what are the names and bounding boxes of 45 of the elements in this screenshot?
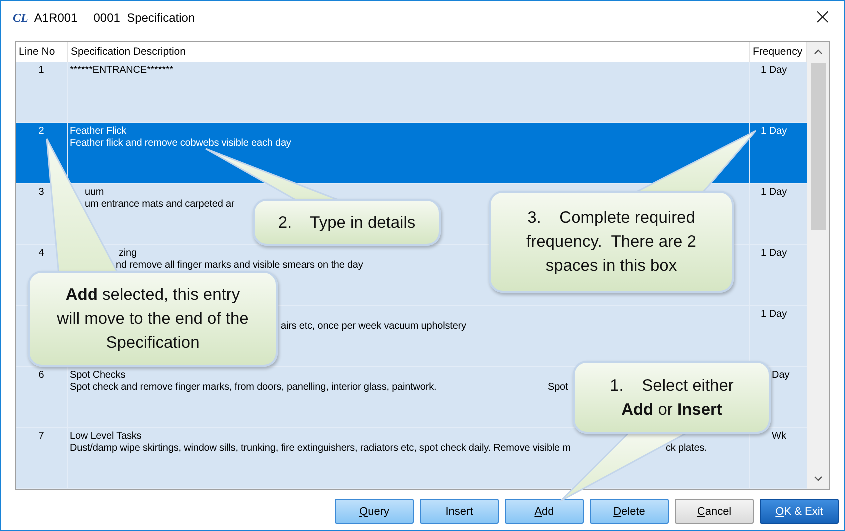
scrollbar-thumb[interactable] <box>810 63 826 230</box>
line-number: 1 <box>38 65 44 76</box>
scroll-up-icon[interactable] <box>814 49 822 55</box>
app-logo: CL <box>13 10 28 26</box>
table-row[interactable]: 7 Low Level Tasks Dust/damp wipe skirtings, window sills, trunking, fire extinguishers, radiators etc, spot check daily. Remove visible m ck plates. Wk <box>16 428 807 489</box>
line-number: 7 <box>38 431 44 442</box>
close-button[interactable]: × <box>810 8 836 28</box>
action-button[interactable]: Add <box>505 499 584 524</box>
action-button[interactable]: Query <box>335 499 414 524</box>
line-number: 2 <box>38 126 44 137</box>
action-button[interactable]: Cancel <box>675 499 754 524</box>
task-title: Spot Checks <box>70 370 126 381</box>
description-text: Dust/damp wipe skirtings, window sills, trunking, fire extinguishers, radiators etc, spot check daily. Remove visible m <box>70 443 571 454</box>
task-title: uum <box>85 187 104 198</box>
frequency-text: Wk <box>772 431 786 442</box>
action-button[interactable]: Delete <box>590 499 669 524</box>
task-title: zing <box>119 248 137 259</box>
frequency-text: 1 Day <box>761 65 788 76</box>
action-button[interactable]: Insert <box>420 499 499 524</box>
frequency-text: 1 Day <box>761 309 788 320</box>
line-number: 4 <box>38 248 44 259</box>
window-title: 0001 Specification <box>94 11 196 25</box>
description-text: airs etc, once per week vacuum upholstery <box>281 321 466 332</box>
line-number: 3 <box>38 187 44 198</box>
task-title: Feather Flick <box>70 126 126 137</box>
description-text: um entrance mats and carpeted ar <box>85 199 235 210</box>
frequency-text: Day <box>772 370 790 381</box>
description-text: Spot check and remove finger marks, from doors, panelling, interior glass, paintwork. <box>70 382 437 393</box>
frequency-text: 1 Day <box>761 126 788 137</box>
table-row[interactable]: 1 ******ENTRANCE******* 1 Day <box>16 62 807 123</box>
description-text: ck plates. <box>666 443 708 455</box>
window-code: A1R001 <box>34 11 78 25</box>
description-text: Spot <box>548 382 568 394</box>
frequency-text: 1 Day <box>761 248 788 259</box>
callout-tooltip: 2. Type in details <box>253 199 441 246</box>
task-title: Low Level Tasks <box>70 431 142 442</box>
frequency-text: 1 Day <box>761 187 788 198</box>
table-row[interactable]: 2 Feather Flick Feather flick and remove cobwebs visible each day 1 Day <box>16 123 807 184</box>
line-number: 6 <box>38 370 44 381</box>
callout-tooltip: 1. Select either Add or Insert <box>573 361 771 434</box>
task-title: ******ENTRANCE******* <box>70 65 174 76</box>
description-text: nd remove all finger marks and visible smears on the day <box>116 260 364 271</box>
scroll-down-icon[interactable] <box>814 476 822 482</box>
action-button[interactable]: OK & Exit <box>760 499 839 524</box>
description-text: Feather flick and remove cobwebs visible each day <box>70 138 292 149</box>
